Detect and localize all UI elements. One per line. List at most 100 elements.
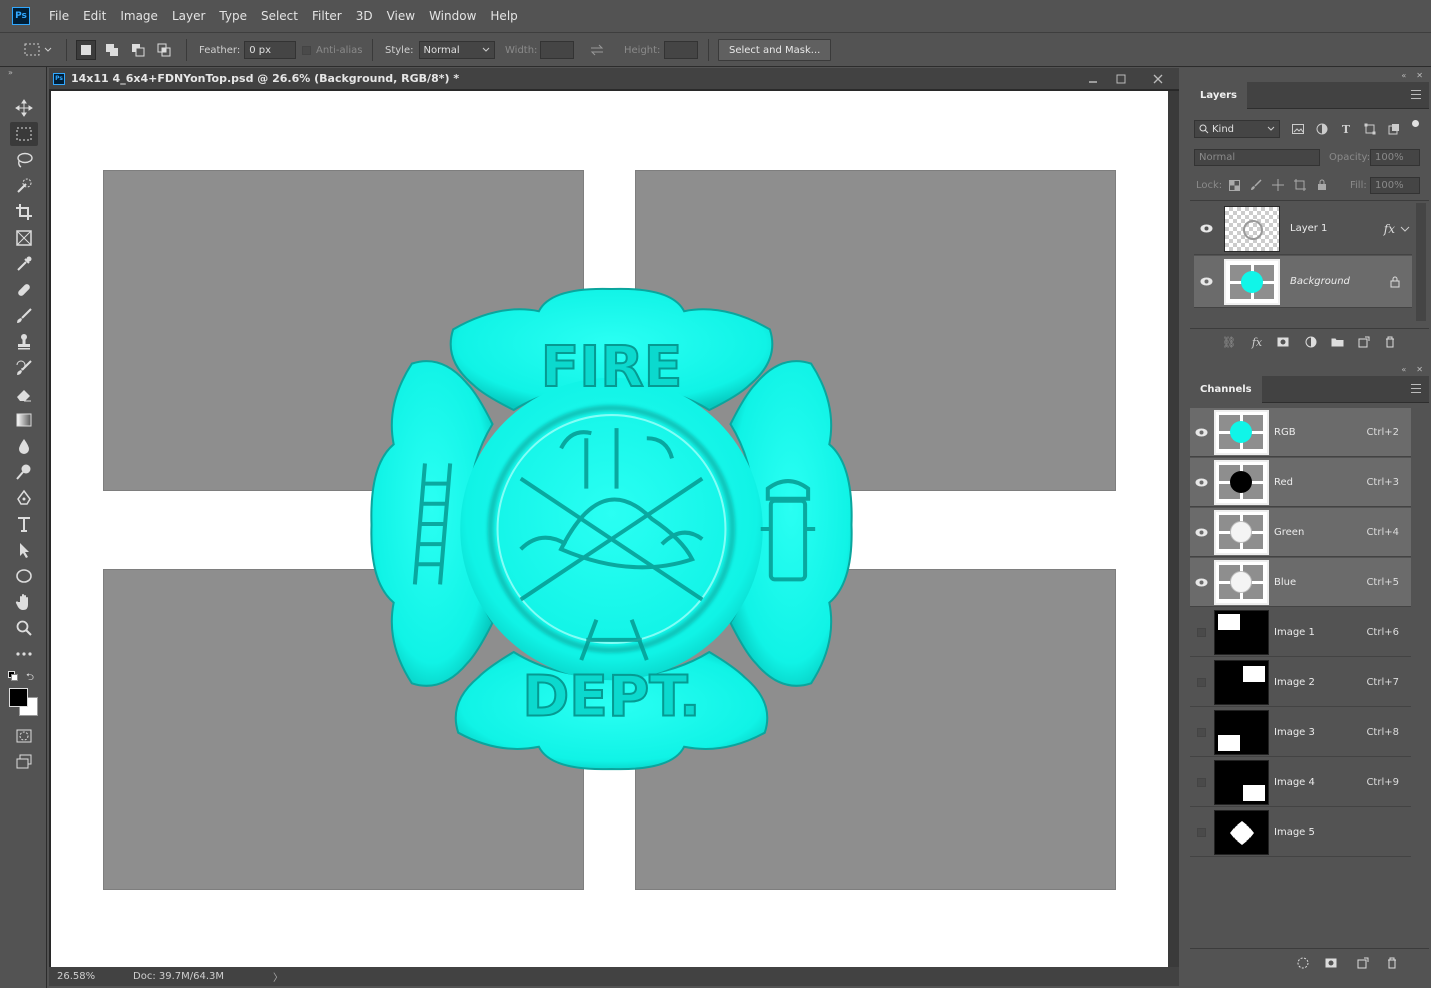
brush-tool[interactable] bbox=[10, 304, 38, 328]
channels-panel-menu-icon[interactable] bbox=[1411, 384, 1421, 393]
opacity-input[interactable]: 100% bbox=[1370, 149, 1420, 166]
collapse-panel-icon[interactable]: « bbox=[1401, 71, 1406, 80]
quick-mask-button[interactable] bbox=[10, 724, 38, 748]
ellipse-tool[interactable] bbox=[10, 564, 38, 588]
layers-panel-menu-icon[interactable] bbox=[1411, 90, 1421, 99]
move-tool[interactable] bbox=[10, 96, 38, 120]
quick-selection-tool[interactable] bbox=[10, 174, 38, 198]
channel-row-rgb[interactable]: RGB Ctrl+2 bbox=[1190, 408, 1411, 457]
zoom-tool[interactable] bbox=[10, 616, 38, 640]
collapse-panel-icon[interactable]: « bbox=[1401, 365, 1406, 374]
channel-row-image-2[interactable]: Image 2 Ctrl+7 bbox=[1190, 658, 1411, 707]
frame-tool[interactable] bbox=[10, 226, 38, 250]
channel-row-image-3[interactable]: Image 3 Ctrl+8 bbox=[1190, 708, 1411, 757]
layer-visibility-toggle[interactable] bbox=[1194, 224, 1218, 233]
add-mask-button[interactable] bbox=[1274, 333, 1292, 351]
rectangular-marquee-tool[interactable] bbox=[10, 122, 38, 146]
layer-row-layer-1[interactable]: Layer 1 fx bbox=[1194, 203, 1412, 255]
lock-transparent-pixels-button[interactable] bbox=[1225, 176, 1243, 194]
intersect-selection-button[interactable] bbox=[154, 40, 174, 60]
menu-type[interactable]: Type bbox=[212, 0, 254, 32]
menu-help[interactable]: Help bbox=[483, 0, 524, 32]
channel-visibility-toggle[interactable] bbox=[1190, 578, 1212, 587]
anti-alias-checkbox[interactable] bbox=[302, 45, 311, 55]
menu-file[interactable]: File bbox=[42, 0, 76, 32]
fill-input[interactable]: 100% bbox=[1370, 177, 1420, 194]
layer-row-background[interactable]: Background bbox=[1194, 256, 1412, 308]
channel-visibility-toggle[interactable] bbox=[1190, 627, 1212, 637]
channel-visibility-toggle[interactable] bbox=[1190, 777, 1212, 787]
foreground-color-swatch[interactable] bbox=[9, 688, 28, 707]
delete-layer-button[interactable] bbox=[1381, 333, 1399, 351]
lasso-tool[interactable] bbox=[10, 148, 38, 172]
add-layer-style-fx-icon[interactable]: fx bbox=[1248, 333, 1266, 351]
delete-channel-button[interactable] bbox=[1383, 954, 1401, 972]
channel-row-green[interactable]: Green Ctrl+4 bbox=[1190, 508, 1411, 557]
new-channel-button[interactable] bbox=[1354, 954, 1372, 972]
filter-pixel-layers-button[interactable] bbox=[1289, 120, 1307, 138]
channel-row-image-4[interactable]: Image 4 Ctrl+9 bbox=[1190, 758, 1411, 807]
menu-layer[interactable]: Layer bbox=[165, 0, 212, 32]
type-filter-icon[interactable]: T bbox=[1337, 120, 1355, 138]
channel-visibility-toggle[interactable] bbox=[1190, 528, 1212, 537]
channel-row-image-5[interactable]: Image 5 bbox=[1190, 808, 1411, 857]
minimize-button[interactable] bbox=[1083, 70, 1103, 88]
menu-image[interactable]: Image bbox=[113, 0, 165, 32]
tab-layers[interactable]: Layers bbox=[1190, 81, 1247, 109]
height-input[interactable] bbox=[664, 41, 699, 59]
zoom-level[interactable]: 26.58% bbox=[57, 971, 133, 982]
pen-tool[interactable] bbox=[10, 486, 38, 510]
edit-toolbar-button[interactable] bbox=[10, 642, 38, 666]
menu-edit[interactable]: Edit bbox=[76, 0, 113, 32]
select-and-mask-button[interactable]: Select and Mask... bbox=[718, 39, 832, 61]
channel-visibility-toggle[interactable] bbox=[1190, 428, 1212, 437]
layers-scrollbar[interactable] bbox=[1416, 203, 1426, 321]
channel-row-blue[interactable]: Blue Ctrl+5 bbox=[1190, 558, 1411, 607]
channel-row-red[interactable]: Red Ctrl+3 bbox=[1190, 458, 1411, 507]
subtract-selection-button[interactable] bbox=[128, 40, 148, 60]
lock-image-pixels-button[interactable] bbox=[1247, 176, 1265, 194]
width-input[interactable] bbox=[540, 41, 575, 59]
image-canvas[interactable]: FIRE DEPT. bbox=[51, 91, 1168, 967]
expand-tools-icon[interactable]: » bbox=[8, 68, 13, 77]
blend-mode-dropdown[interactable]: Normal bbox=[1194, 149, 1320, 166]
close-panel-icon[interactable]: ✕ bbox=[1416, 365, 1423, 374]
screen-mode-button[interactable] bbox=[10, 750, 38, 774]
filter-smart-objects-button[interactable] bbox=[1385, 120, 1403, 138]
menu-select[interactable]: Select bbox=[254, 0, 305, 32]
style-dropdown[interactable]: Normal bbox=[418, 41, 495, 59]
menu-view[interactable]: View bbox=[380, 0, 422, 32]
history-brush-tool[interactable] bbox=[10, 356, 38, 380]
lock-artboard-button[interactable] bbox=[1291, 176, 1309, 194]
save-selection-channel-button[interactable] bbox=[1322, 954, 1340, 972]
type-tool[interactable] bbox=[10, 512, 38, 536]
channel-visibility-toggle[interactable] bbox=[1190, 478, 1212, 487]
close-panel-icon[interactable]: ✕ bbox=[1416, 71, 1423, 80]
channel-visibility-toggle[interactable] bbox=[1190, 677, 1212, 687]
layer-effects-fx-icon[interactable]: fx bbox=[1384, 222, 1395, 236]
tab-channels[interactable]: Channels bbox=[1190, 375, 1262, 403]
channel-visibility-toggle[interactable] bbox=[1190, 727, 1212, 737]
path-selection-tool[interactable] bbox=[10, 538, 38, 562]
filter-adjustment-layers-button[interactable] bbox=[1313, 120, 1331, 138]
default-colors-icon[interactable] bbox=[8, 671, 20, 683]
menu-window[interactable]: Window bbox=[422, 0, 483, 32]
channel-row-image-1[interactable]: Image 1 Ctrl+6 bbox=[1190, 608, 1411, 657]
dodge-tool[interactable] bbox=[10, 460, 38, 484]
eyedropper-tool[interactable] bbox=[10, 252, 38, 276]
clone-stamp-tool[interactable] bbox=[10, 330, 38, 354]
layer-filter-dropdown[interactable]: Kind bbox=[1194, 120, 1280, 138]
chevron-down-icon[interactable] bbox=[1400, 225, 1410, 233]
close-button[interactable] bbox=[1148, 70, 1168, 88]
blur-tool[interactable] bbox=[10, 434, 38, 458]
layer-visibility-toggle[interactable] bbox=[1194, 277, 1218, 286]
maximize-button[interactable] bbox=[1111, 70, 1131, 88]
menu-filter[interactable]: Filter bbox=[305, 0, 349, 32]
new-group-button[interactable] bbox=[1328, 333, 1346, 351]
eraser-tool[interactable] bbox=[10, 382, 38, 406]
lock-all-button[interactable] bbox=[1313, 176, 1331, 194]
crop-tool[interactable] bbox=[10, 200, 38, 224]
load-channel-selection-button[interactable] bbox=[1294, 954, 1312, 972]
feather-input[interactable]: 0 px bbox=[244, 41, 297, 59]
swap-colors-icon[interactable]: ⮌ bbox=[26, 670, 34, 687]
